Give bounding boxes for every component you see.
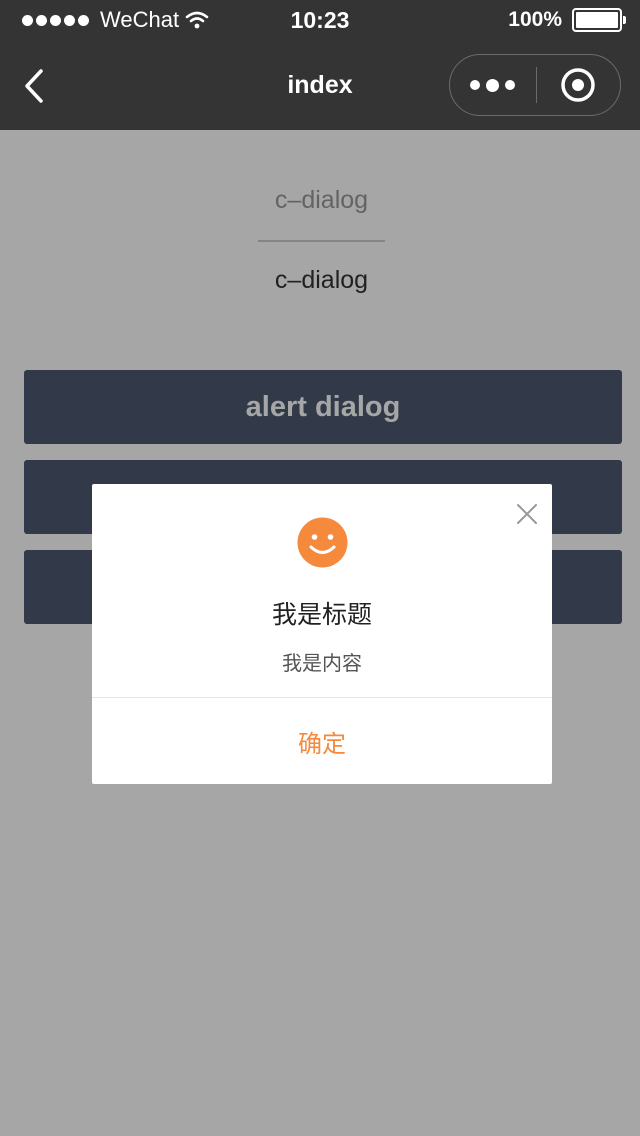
smile-icon xyxy=(297,517,348,568)
dialog-content: 我是内容 xyxy=(282,651,362,675)
more-dots-icon xyxy=(470,80,481,90)
navigation-bar: index xyxy=(0,40,640,130)
battery-icon xyxy=(572,8,626,32)
status-right: 100% xyxy=(508,0,626,40)
status-bar: WeChat 10:23 100% xyxy=(0,0,640,40)
battery-percentage: 100% xyxy=(508,8,562,31)
more-button[interactable] xyxy=(450,55,536,115)
confirm-button[interactable]: 确定 xyxy=(92,698,552,784)
alert-dialog: 我是标题 我是内容 确定 xyxy=(92,484,552,784)
dialog-title: 我是标题 xyxy=(271,600,372,629)
close-mini-program-button[interactable] xyxy=(537,55,621,115)
record-circle-icon xyxy=(561,68,595,102)
mini-program-capsule xyxy=(449,54,621,116)
close-icon xyxy=(517,504,537,524)
dialog-close-button[interactable] xyxy=(507,494,547,534)
